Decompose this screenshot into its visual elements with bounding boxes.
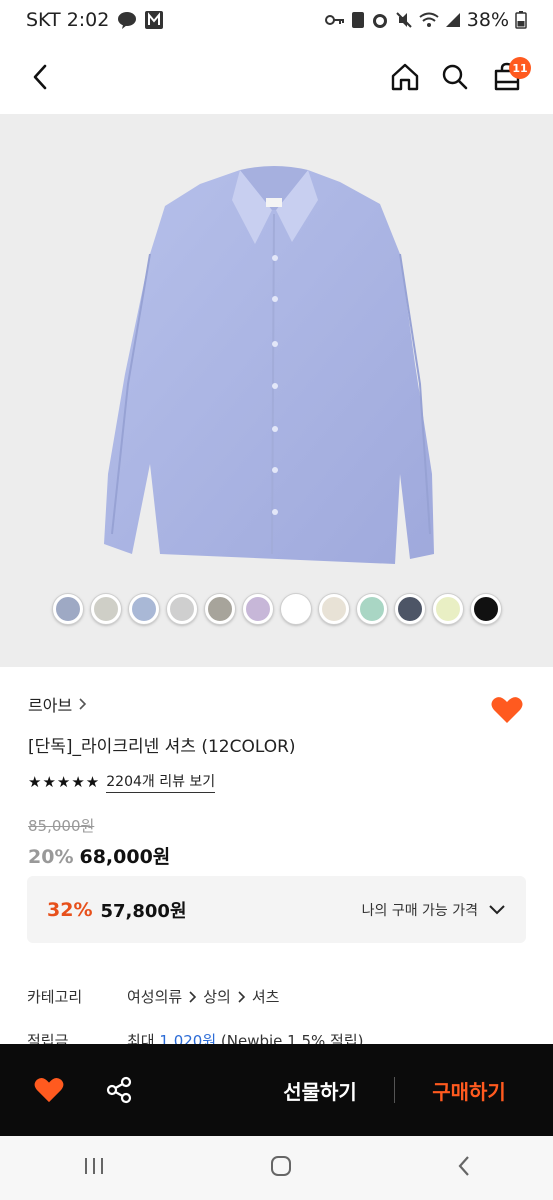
color-swatch[interactable] — [318, 594, 349, 624]
category-level-3[interactable]: 셔츠 — [252, 986, 280, 1007]
category-path: 여성의류 상의 셔츠 — [127, 986, 279, 1007]
reward-row: 적립금 최대 1,020원 (Newbie 1.5% 적립) — [27, 1030, 526, 1044]
color-swatch[interactable] — [470, 594, 501, 624]
cart-button[interactable]: 11 — [485, 55, 531, 99]
reward-label: 적립금 — [27, 1032, 69, 1044]
sale-price: 68,000원 — [79, 846, 171, 868]
heart-icon — [491, 697, 523, 723]
recent-apps-icon — [84, 1158, 103, 1174]
bottom-action-bar: 선물하기 구매하기 — [0, 1044, 553, 1136]
alarm-icon — [372, 14, 387, 28]
color-swatch[interactable] — [356, 594, 387, 624]
divider — [394, 1077, 395, 1103]
search-icon — [442, 64, 468, 90]
color-swatch[interactable] — [204, 594, 235, 624]
color-swatch[interactable] — [90, 594, 121, 624]
recent-apps-button[interactable] — [82, 1156, 106, 1180]
home-circle-icon — [270, 1156, 291, 1176]
mail-m-icon — [145, 11, 164, 29]
home-button[interactable] — [383, 55, 427, 99]
buy-button[interactable]: 구매하기 — [409, 1076, 529, 1105]
sale-price-row: 20% 68,000원 — [28, 842, 525, 869]
category-row: 카테고리 여성의류 상의 셔츠 — [27, 986, 526, 1007]
system-nav-bar — [0, 1136, 553, 1200]
back-button[interactable] — [18, 55, 62, 99]
top-nav: 11 — [0, 42, 553, 112]
home-system-button[interactable] — [269, 1154, 293, 1182]
my-price-label: 나의 구매 가능 가격 — [361, 902, 478, 919]
home-icon — [391, 63, 419, 91]
search-button[interactable] — [433, 55, 477, 99]
chevron-down-icon — [489, 905, 505, 915]
my-price: 57,800원 — [100, 900, 187, 922]
mute-icon — [396, 12, 412, 28]
color-swatches — [0, 594, 553, 630]
chevron-right-icon — [189, 990, 197, 1003]
color-swatch[interactable] — [394, 594, 425, 624]
category-level-2[interactable]: 상의 — [203, 986, 231, 1007]
chevron-left-icon — [33, 64, 47, 90]
key-icon — [324, 15, 344, 25]
reward-amount: 1,020원 — [159, 1032, 217, 1044]
product-image[interactable] — [0, 114, 553, 667]
status-bar: SKT 2:02 38% — [0, 0, 553, 40]
kakaotalk-icon — [118, 12, 137, 29]
color-swatch[interactable] — [128, 594, 159, 624]
reward-suffix: (Newbie 1.5% 적립) — [220, 1032, 364, 1044]
color-swatch[interactable] — [166, 594, 197, 624]
category-level-1[interactable]: 여성의류 — [127, 986, 182, 1007]
battery-icon — [515, 11, 527, 29]
category-label: 카테고리 — [27, 988, 83, 1006]
product-info: 르아브 [단독]_라이크리넨 셔츠 (12COLOR) ★★★★★ 2204개 … — [28, 692, 525, 869]
heart-icon — [34, 1078, 64, 1103]
chevron-right-icon — [79, 698, 87, 710]
carrier-time: SKT 2:02 — [26, 9, 110, 31]
system-back-button[interactable] — [456, 1154, 472, 1182]
review-link[interactable]: 2204개 리뷰 보기 — [106, 771, 216, 793]
wifi-icon — [419, 12, 439, 27]
brand-name: 르아브 — [28, 696, 73, 715]
cart-badge: 11 — [509, 57, 531, 79]
color-swatch[interactable] — [432, 594, 463, 624]
share-button[interactable] — [94, 1076, 144, 1104]
my-price-box[interactable]: 32% 57,800원 나의 구매 가능 가격 — [27, 876, 526, 943]
color-swatch[interactable] — [242, 594, 273, 624]
shirt-image — [104, 166, 434, 564]
bottom-wishlist-button[interactable] — [24, 1077, 74, 1103]
chevron-right-icon — [238, 990, 245, 1003]
share-icon — [106, 1076, 132, 1104]
my-discount-percent: 32% — [47, 898, 93, 921]
signal-icon — [445, 13, 460, 27]
color-swatch[interactable] — [52, 594, 83, 624]
discount-percent: 20% — [28, 846, 74, 868]
color-swatch[interactable] — [280, 594, 311, 624]
wishlist-button[interactable] — [491, 696, 523, 728]
brand-link[interactable]: 르아브 — [28, 692, 525, 716]
reward-prefix: 최대 — [127, 1032, 155, 1044]
product-title: [단독]_라이크리넨 셔츠 (12COLOR) — [28, 737, 296, 757]
back-arrow-icon — [458, 1156, 469, 1176]
rating: ★★★★★ 2204개 리뷰 보기 — [28, 771, 525, 793]
my-price-toggle[interactable]: 나의 구매 가능 가격 — [362, 900, 506, 920]
nfc-icon — [351, 12, 364, 28]
original-price: 85,000원 — [28, 817, 95, 835]
star-rating-icon: ★★★★★ — [28, 773, 101, 791]
battery-percent: 38% — [466, 9, 509, 31]
gift-button[interactable]: 선물하기 — [260, 1076, 380, 1105]
